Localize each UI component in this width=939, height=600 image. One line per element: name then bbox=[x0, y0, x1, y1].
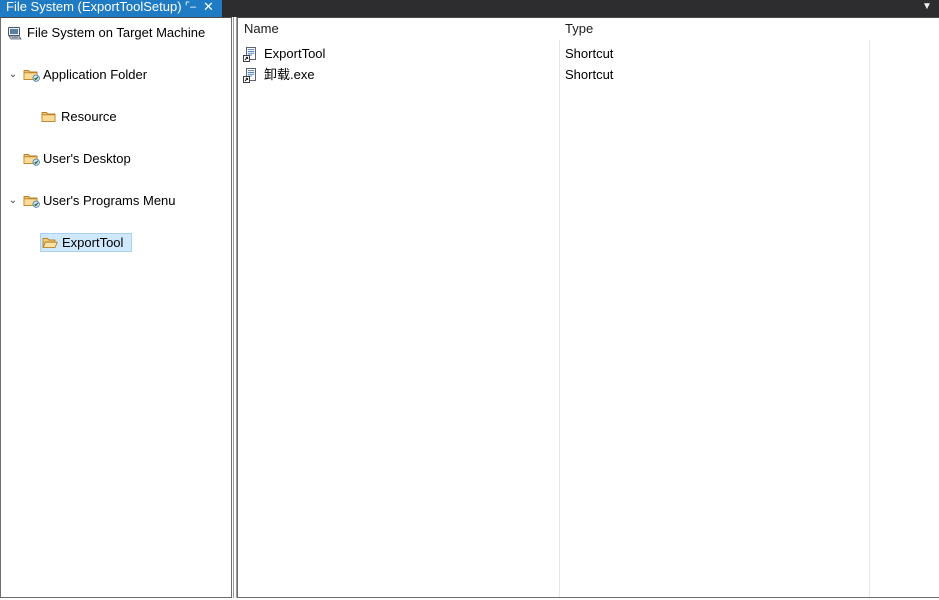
file-system-tree[interactable]: File System on Target Machine ⌄ Applicat… bbox=[0, 17, 232, 598]
splitter-line bbox=[233, 17, 234, 598]
chevron-down-icon[interactable]: ⌄ bbox=[5, 64, 21, 85]
tree-item-users-programs-menu[interactable]: ⌄ User's Programs Menu bbox=[1, 190, 231, 211]
column-header-name[interactable]: Name bbox=[244, 18, 279, 40]
open-folder-icon bbox=[42, 235, 60, 256]
close-icon[interactable]: ✕ bbox=[201, 0, 216, 17]
tree-item-users-desktop[interactable]: User's Desktop bbox=[1, 148, 231, 169]
tree-item-label: User's Desktop bbox=[43, 148, 131, 169]
tree-item-label: ExportTool bbox=[62, 232, 123, 253]
cell-type: Shortcut bbox=[565, 64, 613, 85]
tree-item-application-folder[interactable]: ⌄ Application Folder bbox=[1, 64, 231, 85]
tree-item-file-system-on-target-machine[interactable]: File System on Target Machine bbox=[1, 22, 231, 43]
file-list-view[interactable]: Name Type ExportTool Shortcut bbox=[237, 17, 939, 598]
tree-item-label: File System on Target Machine bbox=[27, 22, 205, 43]
folder-icon bbox=[41, 109, 59, 130]
column-divider[interactable] bbox=[869, 18, 870, 598]
pin-icon[interactable]: ⌜‒ bbox=[183, 0, 198, 17]
tree-item-label: Application Folder bbox=[43, 64, 147, 85]
column-divider[interactable] bbox=[559, 18, 560, 598]
titlebar: File System (ExportToolSetup) ⌜‒ ✕ ▼ bbox=[0, 0, 939, 17]
table-row[interactable]: 卸载.exe Shortcut bbox=[238, 64, 939, 85]
shortcut-icon bbox=[243, 67, 259, 83]
tree-item-resource[interactable]: Resource bbox=[1, 106, 231, 127]
special-folder-icon bbox=[23, 67, 41, 88]
document-tab-file-system[interactable]: File System (ExportToolSetup) ⌜‒ ✕ bbox=[0, 0, 222, 17]
workspace: File System on Target Machine ⌄ Applicat… bbox=[0, 17, 939, 600]
cell-name: 卸载.exe bbox=[264, 64, 315, 85]
list-column-header: Name Type bbox=[238, 18, 939, 40]
special-folder-icon bbox=[23, 151, 41, 172]
special-folder-icon bbox=[23, 193, 41, 214]
chevron-down-icon[interactable]: ▼ bbox=[919, 0, 935, 17]
cell-name: ExportTool bbox=[264, 43, 325, 64]
tree-item-label: Resource bbox=[61, 106, 117, 127]
shortcut-icon bbox=[243, 46, 259, 62]
chevron-down-icon[interactable]: ⌄ bbox=[5, 190, 21, 211]
column-header-type[interactable]: Type bbox=[565, 18, 593, 40]
tree-item-exporttool[interactable]: ExportTool bbox=[1, 232, 231, 253]
document-tab-title: File System (ExportToolSetup) bbox=[6, 0, 182, 15]
computer-icon bbox=[7, 25, 25, 46]
table-row[interactable]: ExportTool Shortcut bbox=[238, 43, 939, 64]
tree-item-label: User's Programs Menu bbox=[43, 190, 176, 211]
cell-type: Shortcut bbox=[565, 43, 613, 64]
